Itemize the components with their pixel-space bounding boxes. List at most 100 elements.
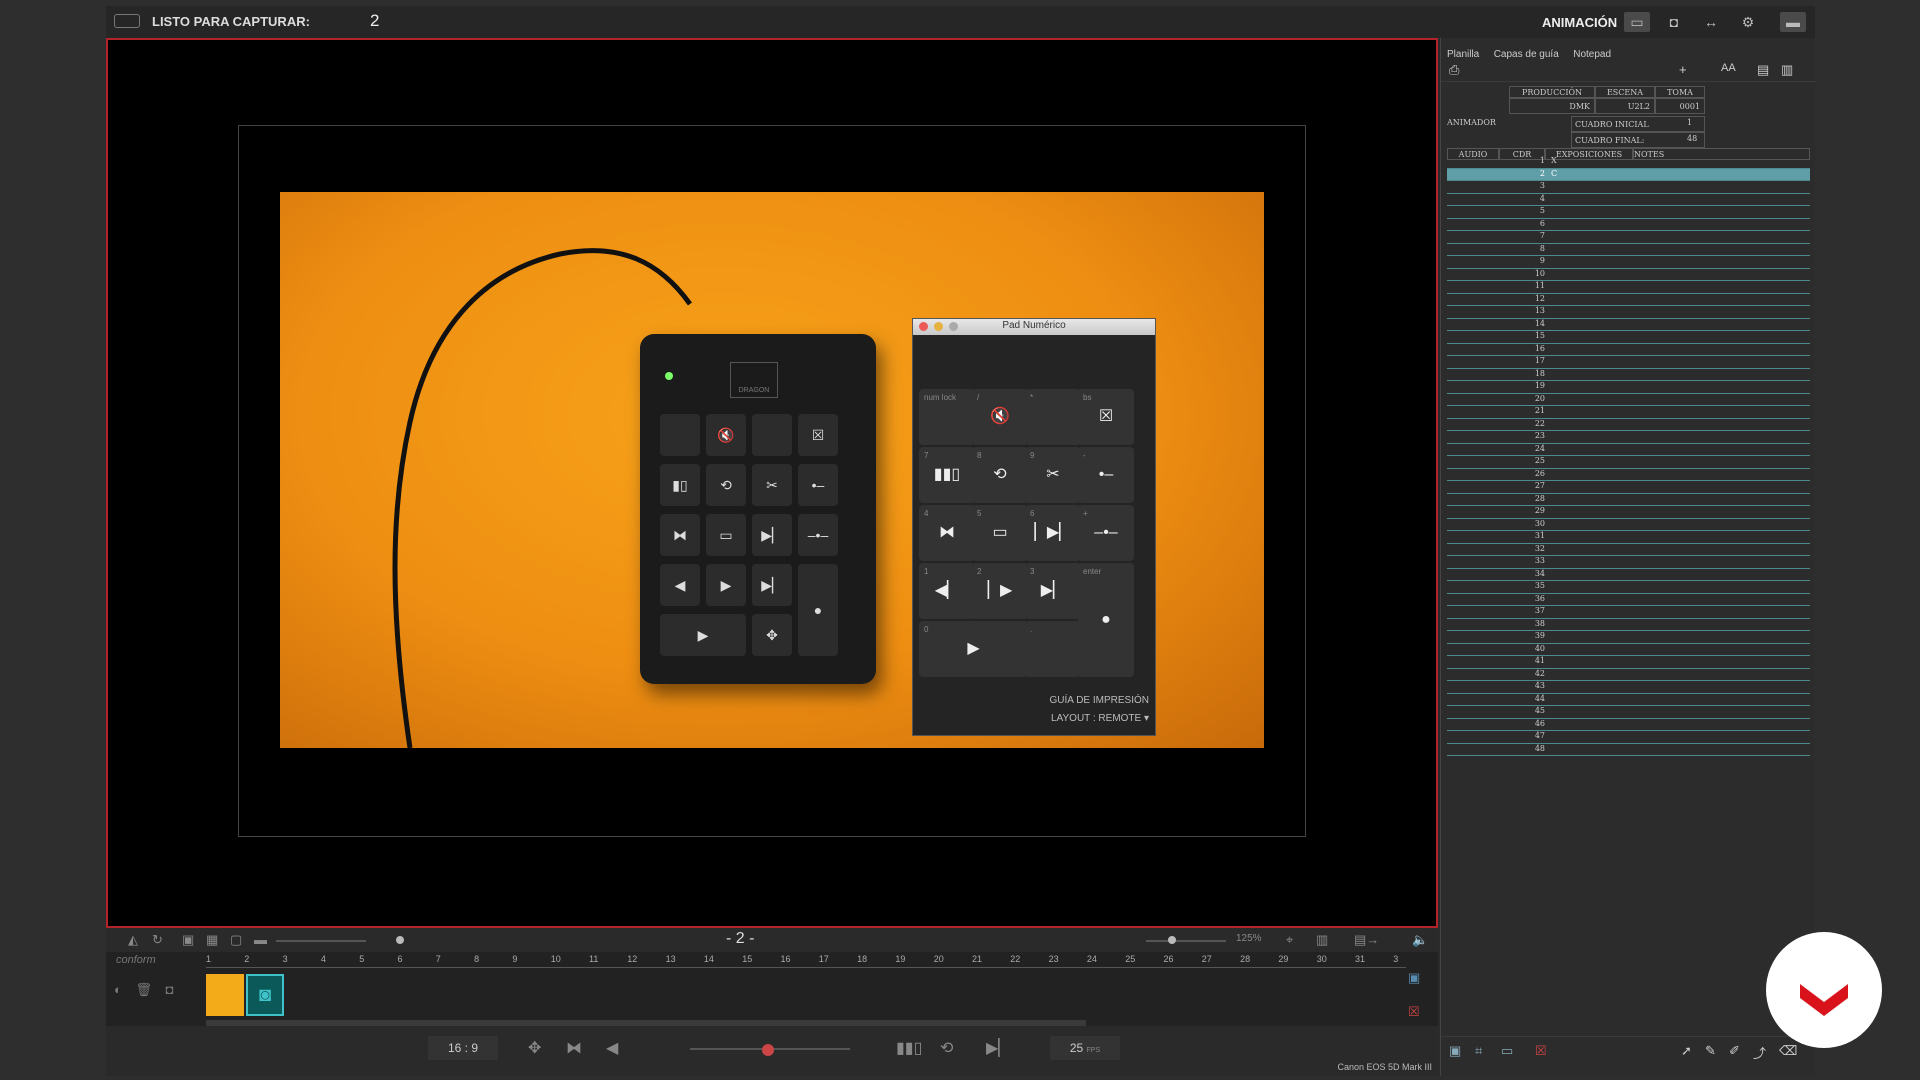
table-row[interactable]: 29 — [1447, 506, 1810, 519]
table-row[interactable]: 7 — [1447, 231, 1810, 244]
pad-key[interactable]: 9 ✂ — [1025, 447, 1081, 503]
table-row[interactable]: 3 — [1447, 181, 1810, 194]
pad-key[interactable]: 1 ◀▏ — [919, 563, 975, 619]
table-row[interactable]: 43 — [1447, 681, 1810, 694]
pad-key[interactable]: num lock — [919, 389, 975, 445]
exposure-cell[interactable]: C — [1551, 169, 1557, 178]
pad-key[interactable]: 6 ▏▶▏ — [1025, 505, 1081, 561]
layout-selector[interactable]: LAYOUT : REMOTE ▾ — [1051, 713, 1149, 724]
table-row[interactable]: 35 — [1447, 581, 1810, 594]
table-row[interactable]: 28 — [1447, 494, 1810, 506]
onion-skin-icon[interactable]: ✥ — [528, 1038, 541, 1058]
pad-key[interactable]: 7 ▮▮▯ — [919, 447, 975, 503]
track-options-icon[interactable]: ▤→ — [1354, 932, 1379, 948]
table-row[interactable]: 42 — [1447, 669, 1810, 681]
opacity-slider-knob[interactable] — [396, 936, 404, 944]
font-size-icon[interactable]: AA — [1721, 62, 1736, 74]
pen-icon[interactable]: ✎ — [1705, 1043, 1716, 1059]
tab-notepad[interactable]: Notepad — [1573, 49, 1611, 60]
pad-key[interactable]: 8 ⟲ — [972, 447, 1028, 503]
pointer-icon[interactable]: ➚ — [1681, 1043, 1692, 1059]
grid-icon[interactable]: ▦ — [206, 932, 218, 948]
crosshair-icon[interactable]: ⌖ — [1286, 932, 1293, 948]
table-row[interactable]: 1X — [1447, 156, 1810, 169]
timeline-ruler[interactable]: 1 2 3 4 5 6 7 8 9 10 11 12 13 14 15 16 17 18 19 20 21 22 23 24 2… — [206, 952, 1406, 968]
table-row[interactable]: 33 — [1447, 556, 1810, 569]
trash-icon[interactable]: 🗑 — [135, 982, 152, 997]
monitor-icon[interactable]: ▭ — [1624, 12, 1650, 32]
pad-window-titlebar[interactable]: Pad Numérico — [913, 319, 1155, 335]
short-play-icon[interactable]: ⧓ — [566, 1038, 582, 1058]
table-row[interactable]: 32 — [1447, 544, 1810, 556]
table-row[interactable]: 38 — [1447, 619, 1810, 631]
table-row[interactable]: 48 — [1447, 744, 1810, 756]
table-row[interactable]: 46 — [1447, 719, 1810, 731]
camera-icon[interactable]: ◘ — [166, 982, 174, 997]
table-row[interactable]: 22 — [1447, 419, 1810, 431]
table-row[interactable]: 2C — [1447, 168, 1810, 181]
list-view-icon[interactable]: ▤ — [1757, 62, 1769, 78]
frame-tool-icon[interactable]: ▣ — [1449, 1043, 1461, 1059]
delete-icon[interactable]: ☒ — [1408, 1004, 1420, 1020]
camera-icon[interactable]: ◘ — [1661, 12, 1687, 32]
fade-slider-knob[interactable] — [762, 1044, 774, 1056]
live-frame-camera-icon[interactable]: ◙ — [246, 974, 284, 1016]
frame-guide-icon[interactable]: ▣ — [182, 932, 194, 948]
pad-key[interactable]: - •– — [1078, 447, 1134, 503]
table-row[interactable]: 39 — [1447, 631, 1810, 644]
table-row[interactable]: 37 — [1447, 606, 1810, 619]
table-row[interactable]: 21 — [1447, 406, 1810, 419]
timeline-zoom-icon[interactable]: ▥ — [1316, 932, 1328, 948]
numeric-pad-window[interactable]: Pad Numérico num lock / 🔇 * bs ☒ 7 ▮▮▯ 8 ⟲ 9 ✂ - •– 4 ⧓… — [912, 318, 1156, 736]
table-row[interactable]: 44 — [1447, 694, 1810, 706]
table-row[interactable]: 45 — [1447, 706, 1810, 719]
pad-key[interactable]: . — [1025, 621, 1081, 677]
timeline[interactable]: conform 1 2 3 4 5 6 7 8 9 10 11 12 13 14 15 16 17 18 19 20 2… — [106, 952, 1438, 1026]
table-row[interactable]: 15 — [1447, 331, 1810, 344]
table-row[interactable]: 10 — [1447, 269, 1810, 281]
pad-key[interactable]: + –•– — [1078, 505, 1134, 561]
exposure-cell[interactable]: X — [1551, 156, 1557, 165]
brush-icon[interactable]: ✐ — [1729, 1043, 1740, 1059]
table-row[interactable]: 24 — [1447, 444, 1810, 456]
zoom-slider-knob[interactable] — [1168, 936, 1176, 944]
pad-key[interactable]: 3 ▶▏ — [1025, 563, 1081, 619]
loop-icon[interactable]: ⟲ — [940, 1038, 953, 1058]
table-row[interactable]: 18 — [1447, 369, 1810, 381]
table-row[interactable]: 13 — [1447, 306, 1810, 319]
timeline-tool-icon[interactable]: ▣ — [1408, 970, 1420, 986]
table-row[interactable]: 36 — [1447, 594, 1810, 606]
table-row[interactable]: 6 — [1447, 219, 1810, 231]
loop-icon[interactable] — [114, 14, 140, 28]
toggle-icon[interactable]: ▮▮▯ — [896, 1038, 922, 1058]
zoom-slider[interactable] — [1146, 940, 1226, 942]
table-row[interactable]: 30 — [1447, 519, 1810, 531]
table-row[interactable]: 11 — [1447, 281, 1810, 294]
cuadro-inicial-value[interactable]: 1 — [1687, 118, 1692, 127]
table-row[interactable]: 31 — [1447, 531, 1810, 544]
table-row[interactable]: 5 — [1447, 206, 1810, 219]
print-guide-label[interactable]: GUÍA DE IMPRESIÓN — [1050, 695, 1149, 706]
pad-key[interactable]: bs ☒ — [1078, 389, 1134, 445]
rotate-icon[interactable]: ↻ — [152, 932, 163, 948]
speaker-icon[interactable]: 🔈 — [1412, 932, 1428, 948]
table-row[interactable]: 47 — [1447, 731, 1810, 744]
table-row[interactable]: 9 — [1447, 256, 1810, 269]
escena-value[interactable]: U2L2 — [1595, 98, 1655, 114]
table-row[interactable]: 34 — [1447, 569, 1810, 581]
table-row[interactable]: 27 — [1447, 481, 1810, 494]
pad-key[interactable]: 5 ▭ — [972, 505, 1028, 561]
curve-icon[interactable]: ⤴ — [1753, 1043, 1766, 1062]
tab-planilla[interactable]: Planilla — [1447, 49, 1479, 60]
pad-key[interactable]: / 🔇 — [972, 389, 1028, 445]
table-row[interactable]: 16 — [1447, 344, 1810, 356]
timeline-icon[interactable]: ↔ — [1698, 12, 1724, 32]
table-row[interactable]: 26 — [1447, 469, 1810, 481]
table-row[interactable]: 23 — [1447, 431, 1810, 444]
produccion-value[interactable]: DMK — [1509, 98, 1595, 114]
pad-key[interactable]: 2 ▏▶ — [972, 563, 1028, 619]
pad-key[interactable]: * — [1025, 389, 1081, 445]
table-row[interactable]: 25 — [1447, 456, 1810, 469]
table-row[interactable]: 12 — [1447, 294, 1810, 306]
opacity-slider[interactable] — [276, 940, 366, 942]
